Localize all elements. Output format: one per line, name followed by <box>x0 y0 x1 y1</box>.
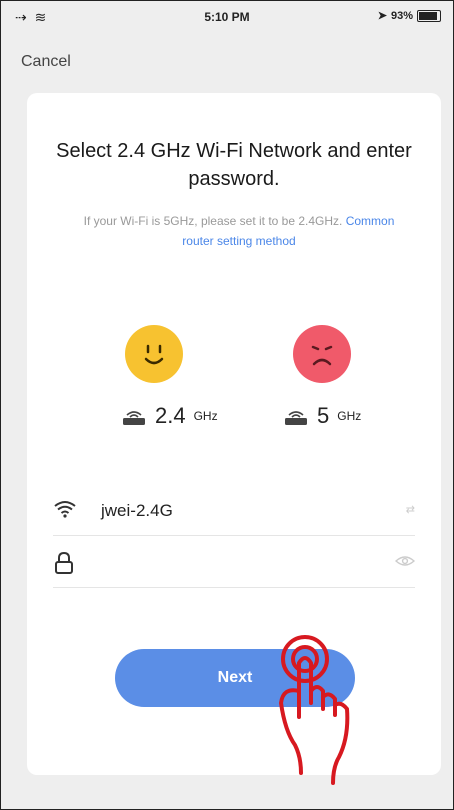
happy-face-icon <box>125 325 183 383</box>
band-value: 5 <box>317 403 330 428</box>
ssid-value: jwei-2.4G <box>101 501 173 520</box>
router-icon <box>123 411 145 425</box>
band-value: 2.4 <box>155 403 186 428</box>
battery-icon <box>417 9 441 22</box>
tap-hand-icon <box>279 635 350 785</box>
password-field[interactable] <box>53 539 416 588</box>
wifi-setup-card: Select 2.4 GHz Wi-Fi Network and enter p… <box>27 93 441 775</box>
band-2-4ghz: 2.4 GHz <box>121 403 218 429</box>
password-input[interactable] <box>101 549 365 579</box>
wifi-icon <box>54 501 76 518</box>
switch-network-icon[interactable]: ⇄ <box>406 503 415 516</box>
router-icon <box>285 411 307 425</box>
band-unit: GHz <box>337 409 362 423</box>
status-bar: ⇢ ≋ 5:10 PM ➤ 93% <box>1 1 453 35</box>
phone-screen: ⇢ ≋ 5:10 PM ➤ 93% Cancel Select 2.4 GHz … <box>0 0 454 810</box>
location-icon: ➤ <box>377 10 387 22</box>
wifi-ssid-field[interactable]: jwei-2.4G ⇄ <box>53 487 415 536</box>
page-title: Select 2.4 GHz Wi-Fi Network and enter p… <box>56 140 412 190</box>
sad-face-icon <box>293 325 351 383</box>
battery-text: 93% <box>390 9 413 22</box>
cancel-button[interactable]: Cancel <box>21 53 71 71</box>
status-right: ➤ 93% <box>378 9 441 22</box>
hint-message: If your Wi-Fi is 5GHz, please set it to … <box>83 214 343 228</box>
lock-icon <box>55 551 73 574</box>
eye-icon[interactable] <box>394 555 416 570</box>
band-5ghz: 5 GHz <box>283 403 361 429</box>
band-unit: GHz <box>193 409 218 423</box>
hint-text: If your Wi-Fi is 5GHz, please set it to … <box>67 211 411 251</box>
